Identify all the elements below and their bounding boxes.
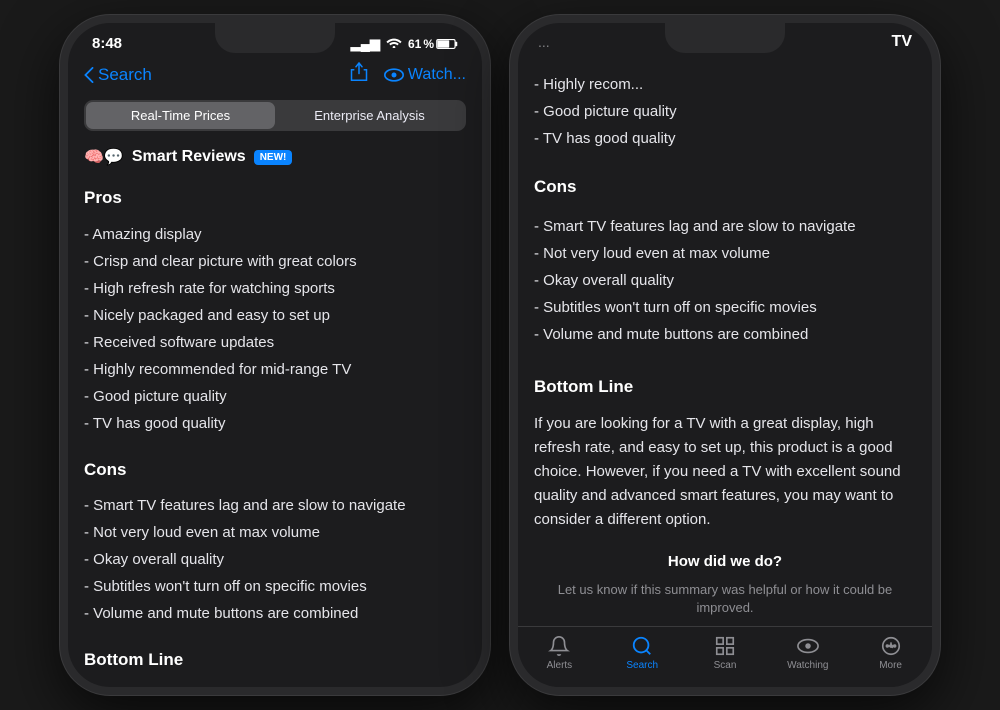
tab-more-label: More bbox=[879, 660, 902, 671]
tab-more[interactable]: More bbox=[849, 635, 932, 671]
right-pros-item-1: - Highly recom... bbox=[534, 71, 916, 98]
left-status-bar: 8:48 ▂▄▆ 61% bbox=[68, 23, 482, 58]
right-content-scroll[interactable]: - Highly recom... - Good picture quality… bbox=[518, 55, 932, 626]
back-label: Search bbox=[98, 65, 152, 85]
left-phone: 8:48 ▂▄▆ 61% bbox=[60, 15, 490, 695]
pros-item-3: - High refresh rate for watching sports bbox=[84, 275, 466, 302]
smart-reviews-title: Smart Reviews bbox=[132, 148, 246, 166]
bottom-line-heading: Bottom Line bbox=[84, 647, 466, 673]
tab-scan-label: Scan bbox=[714, 660, 737, 671]
pros-item-2: - Crisp and clear picture with great col… bbox=[84, 248, 466, 275]
new-badge: NEW! bbox=[254, 150, 293, 165]
pros-heading: Pros bbox=[84, 185, 466, 211]
left-nav-bar: Search Watch... bbox=[68, 58, 482, 96]
share-button[interactable] bbox=[350, 62, 368, 88]
cons-list: - Smart TV features lag and are slow to … bbox=[84, 492, 466, 627]
pros-item-1: - Amazing display bbox=[84, 221, 466, 248]
right-pros-continuation: - Highly recom... - Good picture quality… bbox=[534, 71, 916, 152]
right-cons-item-4: - Subtitles won't turn off on specific m… bbox=[534, 294, 916, 321]
phones-wrapper: 8:48 ▂▄▆ 61% bbox=[60, 15, 940, 695]
feedback-title: How did we do? bbox=[534, 548, 916, 575]
right-cons-heading: Cons bbox=[534, 172, 916, 203]
right-cons-list: - Smart TV features lag and are slow to … bbox=[534, 213, 916, 348]
right-bottom-line-text: If you are looking for a TV with a great… bbox=[534, 412, 916, 532]
cons-item-3: - Okay overall quality bbox=[84, 546, 466, 573]
right-pros-item-3: - TV has good quality bbox=[534, 125, 916, 152]
tab-watching[interactable]: Watching bbox=[766, 635, 849, 671]
right-pros-item-2: - Good picture quality bbox=[534, 98, 916, 125]
pros-item-6: - Highly recommended for mid-range TV bbox=[84, 356, 466, 383]
right-cons-item-1: - Smart TV features lag and are slow to … bbox=[534, 213, 916, 240]
cons-item-4: - Subtitles won't turn off on specific m… bbox=[84, 573, 466, 600]
pros-item-8: - TV has good quality bbox=[84, 410, 466, 437]
segment-realtime[interactable]: Real-Time Prices bbox=[86, 102, 275, 129]
watch-label: Watch... bbox=[408, 66, 466, 84]
right-top-tv: TV bbox=[892, 33, 912, 51]
signal-icon: ▂▄▆ bbox=[351, 36, 380, 52]
back-button[interactable]: Search bbox=[84, 65, 152, 85]
segment-enterprise[interactable]: Enterprise Analysis bbox=[275, 102, 464, 129]
feedback-desc: Let us know if this summary was helpful … bbox=[534, 581, 916, 617]
pros-item-7: - Good picture quality bbox=[84, 383, 466, 410]
right-status-partial: ... TV bbox=[518, 23, 932, 55]
cons-item-1: - Smart TV features lag and are slow to … bbox=[84, 492, 466, 519]
smart-reviews-header: 🧠💬 Smart Reviews NEW! bbox=[68, 141, 482, 177]
tab-watching-label: Watching bbox=[787, 660, 828, 671]
right-cons-item-5: - Volume and mute buttons are combined bbox=[534, 321, 916, 348]
tab-alerts-label: Alerts bbox=[547, 660, 573, 671]
right-bottom-line-heading: Bottom Line bbox=[534, 372, 916, 403]
pros-item-5: - Received software updates bbox=[84, 329, 466, 356]
cons-item-2: - Not very loud even at max volume bbox=[84, 519, 466, 546]
nav-actions: Watch... bbox=[350, 62, 466, 88]
left-time: 8:48 bbox=[92, 35, 122, 52]
right-cons-item-2: - Not very loud even at max volume bbox=[534, 240, 916, 267]
smart-reviews-emoji: 🧠💬 bbox=[84, 147, 124, 167]
right-cons-item-3: - Okay overall quality bbox=[534, 267, 916, 294]
wifi-icon bbox=[386, 36, 402, 51]
tab-search-label: Search bbox=[626, 660, 658, 671]
pros-item-4: - Nicely packaged and easy to set up bbox=[84, 302, 466, 329]
watch-button[interactable]: Watch... bbox=[384, 66, 466, 84]
left-status-icons: ▂▄▆ 61% bbox=[351, 36, 458, 52]
cons-heading: Cons bbox=[84, 457, 466, 483]
cons-item-5: - Volume and mute buttons are combined bbox=[84, 600, 466, 627]
tab-scan[interactable]: Scan bbox=[684, 635, 767, 671]
tab-alerts[interactable]: Alerts bbox=[518, 635, 601, 671]
right-tab-bar: Alerts Search Scan bbox=[518, 626, 932, 687]
left-content-scroll[interactable]: Pros - Amazing display - Crisp and clear… bbox=[68, 177, 482, 687]
right-top-left: ... bbox=[538, 34, 550, 50]
right-phone: ... TV - Highly recom... - Good picture … bbox=[510, 15, 940, 695]
pros-list: - Amazing display - Crisp and clear pict… bbox=[84, 221, 466, 437]
tab-search[interactable]: Search bbox=[601, 635, 684, 671]
feedback-section: How did we do? Let us know if this summa… bbox=[534, 532, 916, 626]
segment-control: Real-Time Prices Enterprise Analysis bbox=[84, 100, 466, 131]
battery-icon: 61% bbox=[408, 37, 458, 51]
